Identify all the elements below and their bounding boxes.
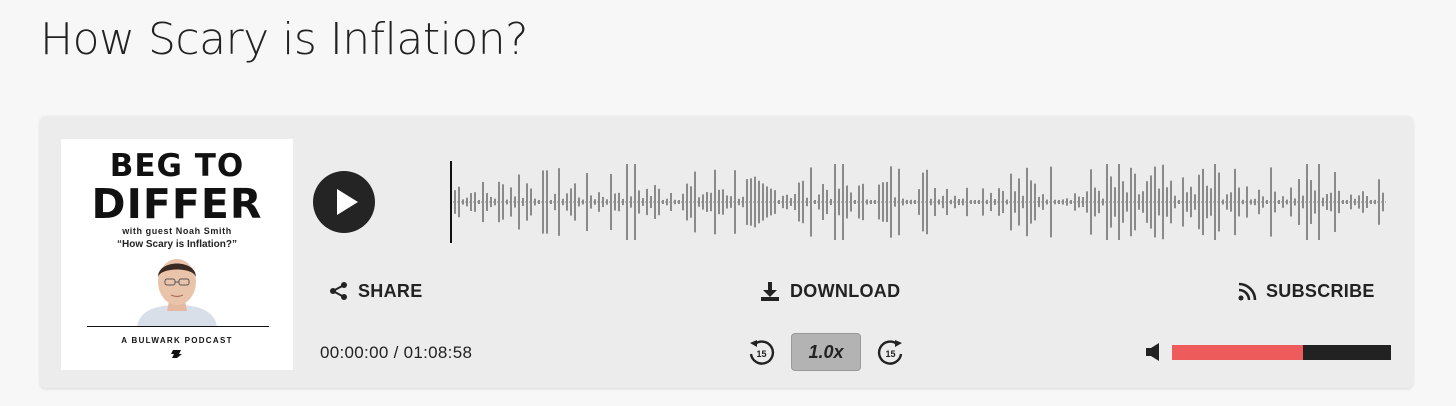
forward-15-icon: 15 <box>877 340 903 365</box>
cover-brand: A BULWARK PODCAST <box>121 336 233 345</box>
play-icon <box>337 189 358 215</box>
download-button[interactable]: DOWNLOAD <box>759 279 900 303</box>
skip-back-seconds: 15 <box>756 349 766 359</box>
share-button[interactable]: SHARE <box>329 279 423 303</box>
skip-forward-seconds: 15 <box>885 349 895 359</box>
bulwark-logo-icon <box>171 350 182 358</box>
cover-divider <box>87 326 269 327</box>
share-icon <box>330 282 347 300</box>
download-icon <box>761 282 779 301</box>
cover-guest: with guest Noah Smith <box>122 226 232 236</box>
volume-icon[interactable] <box>1145 342 1163 362</box>
volume-slider[interactable] <box>1172 345 1391 360</box>
time-display: 00:00:00 / 01:08:58 <box>320 343 473 362</box>
audio-player: BEG TO DIFFER with guest Noah Smith “How… <box>40 116 1413 388</box>
subscribe-button[interactable]: SUBSCRIBE <box>1238 279 1375 303</box>
rewind-15-icon: 15 <box>749 340 775 365</box>
page-title: How Scary is Inflation? <box>40 14 529 65</box>
rss-icon <box>1238 282 1257 300</box>
podcast-cover-art: BEG TO DIFFER with guest Noah Smith “How… <box>61 139 293 370</box>
playhead[interactable] <box>450 161 452 243</box>
download-label: DOWNLOAD <box>790 280 901 301</box>
cover-title-line2: DIFFER <box>91 180 263 228</box>
skip-forward-button[interactable]: 15 <box>877 338 905 366</box>
guest-portrait <box>131 249 223 327</box>
cover-title-line1: BEG TO <box>109 148 245 184</box>
subscribe-label: SUBSCRIBE <box>1266 280 1375 301</box>
waveform-scrubber[interactable] <box>449 160 1394 244</box>
skip-back-button[interactable]: 15 <box>747 338 775 366</box>
playback-speed-button[interactable]: 1.0x <box>791 333 861 371</box>
play-button[interactable] <box>313 171 375 233</box>
volume-level-fill <box>1172 345 1304 360</box>
share-label: SHARE <box>358 280 423 301</box>
